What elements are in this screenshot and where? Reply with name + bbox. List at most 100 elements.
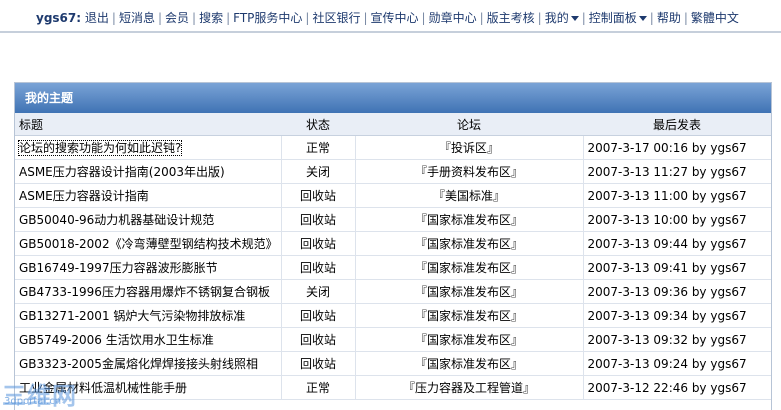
topic-title-link[interactable]: GB3323-2005金属熔化焊焊接接头射线照相 bbox=[19, 357, 258, 371]
table-row: GB16749-1997压力容器波形膨胀节 回收站 『国家标准发布区』 2007-3-… bbox=[15, 255, 771, 280]
nav-link-label: 版主考核 bbox=[486, 11, 535, 25]
column-header-status: 状态 bbox=[281, 113, 355, 136]
table-row: GB13271-2001 锅炉大气污染物排放标准 回收站 『国家标准发布区』 2007… bbox=[15, 303, 771, 328]
nav-separator: | bbox=[192, 11, 197, 25]
nav-link-6[interactable]: 宣传中心 bbox=[371, 11, 419, 25]
topic-title-link[interactable]: GB50040-96动力机器基础设计规范 bbox=[19, 213, 214, 227]
topic-last-post[interactable]: 2007-3-13 09:41 by ygs67 bbox=[582, 255, 771, 280]
nav-link-label: 会员 bbox=[165, 11, 190, 25]
topic-forum-link[interactable]: 『投诉区』 bbox=[354, 135, 583, 160]
nav-separator: | bbox=[479, 11, 484, 25]
topic-last-post[interactable]: 2007-3-13 11:00 by ygs67 bbox=[582, 183, 771, 208]
blank-area bbox=[0, 35, 781, 80]
column-header-title: 标题 bbox=[15, 113, 281, 136]
topic-title-cell: GB3323-2005金属熔化焊焊接接头射线照相 bbox=[15, 351, 281, 376]
topic-title-link[interactable]: ASME压力容器设计指南(2003年出版) bbox=[19, 165, 225, 179]
nav-link-11[interactable]: 帮助 bbox=[657, 11, 681, 25]
nav-link-3[interactable]: 搜索 bbox=[199, 11, 223, 25]
nav-link-label: 繁體中文 bbox=[690, 11, 739, 25]
nav-link-8[interactable]: 版主考核 bbox=[487, 11, 535, 25]
topic-status: 回收站 bbox=[280, 351, 355, 376]
nav-link-label: 搜索 bbox=[199, 11, 224, 25]
nav-separator: | bbox=[226, 11, 231, 25]
topics-table-body: 论坛的搜索功能为何如此迟钝? 正常 『投诉区』 2007-3-17 00:16 by … bbox=[15, 135, 771, 400]
nav-separator: | bbox=[157, 11, 163, 25]
nav-separator: | bbox=[649, 11, 654, 25]
nav-link-1[interactable]: 短消息 bbox=[119, 11, 155, 25]
topic-forum-link[interactable]: 『国家标准发布区』 bbox=[354, 207, 583, 232]
topic-last-post[interactable]: 2007-3-17 00:16 by ygs67 bbox=[582, 135, 771, 160]
topic-title-cell: 工业金属材料低温机械性能手册 bbox=[15, 375, 281, 400]
topic-forum-link[interactable]: 『美国标准』 bbox=[354, 183, 583, 208]
nav-link-label: 控制面板 bbox=[588, 11, 637, 25]
topic-forum-link[interactable]: 『国家标准发布区』 bbox=[354, 255, 583, 280]
table-row: GB50018-2002《冷弯薄壁型钢结构技术规范》 回收站 『国家标准发布区』 20… bbox=[15, 231, 771, 256]
nav-link-label: 勋章中心 bbox=[428, 11, 477, 25]
topic-forum-link[interactable]: 『压力容器及工程管道』 bbox=[354, 375, 583, 400]
panel-title: 我的主题 bbox=[15, 83, 771, 113]
table-row: GB5749-2006 生活饮用水卫生标准 回收站 『国家标准发布区』 2007-3-… bbox=[15, 327, 771, 352]
topic-status: 回收站 bbox=[280, 231, 355, 256]
topic-status: 回收站 bbox=[280, 303, 355, 328]
nav-link-5[interactable]: 社区银行 bbox=[312, 11, 360, 25]
topic-title-cell: 论坛的搜索功能为何如此迟钝? bbox=[15, 135, 281, 160]
nav-separator: | bbox=[537, 11, 542, 25]
topic-title-cell: GB50040-96动力机器基础设计规范 bbox=[15, 207, 281, 232]
topic-forum-link[interactable]: 『国家标准发布区』 bbox=[354, 231, 583, 256]
topic-title-link[interactable]: GB5749-2006 生活饮用水卫生标准 bbox=[19, 333, 214, 347]
nav-link-7[interactable]: 勋章中心 bbox=[429, 11, 477, 25]
nav-link-12[interactable]: 繁體中文 bbox=[691, 11, 739, 25]
topic-title-link[interactable]: GB4733-1996压力容器用爆炸不锈钢复合钢板 bbox=[19, 285, 270, 299]
topic-last-post[interactable]: 2007-3-13 09:32 by ygs67 bbox=[582, 327, 771, 352]
username-label: ygs67: bbox=[36, 11, 82, 25]
topic-last-post[interactable]: 2007-3-13 11:27 by ygs67 bbox=[582, 159, 771, 184]
top-navigation-bar: ygs67: 退出 | 短消息 | 会员 | 搜索 | FTP服务中心 | 社区银行 | 宣传中心 | 勋章… bbox=[0, 0, 781, 33]
topic-title-link[interactable]: GB16749-1997压力容器波形膨胀节 bbox=[19, 261, 218, 275]
topic-last-post[interactable]: 2007-3-12 22:46 by ygs67 bbox=[582, 375, 771, 400]
nav-separator: | bbox=[363, 11, 368, 25]
topic-status: 关闭 bbox=[280, 159, 355, 184]
topic-title-link[interactable]: ASME压力容器设计指南 bbox=[19, 189, 149, 203]
table-row: 论坛的搜索功能为何如此迟钝? 正常 『投诉区』 2007-3-17 00:16 by … bbox=[15, 135, 771, 160]
topic-status: 回收站 bbox=[280, 255, 355, 280]
topic-last-post[interactable]: 2007-3-13 09:36 by ygs67 bbox=[582, 279, 771, 304]
topic-forum-link[interactable]: 『国家标准发布区』 bbox=[354, 351, 583, 376]
topic-title-cell: GB5749-2006 生活饮用水卫生标准 bbox=[15, 327, 281, 352]
topics-table: 标题 状态 论坛 最后发表 论坛的搜索功能为何如此迟钝? 正常 『投诉区』 2007-… bbox=[15, 113, 771, 400]
topic-status: 正常 bbox=[280, 375, 355, 400]
topic-title-cell: GB50018-2002《冷弯薄壁型钢结构技术规范》 bbox=[15, 231, 281, 256]
topic-title-link[interactable]: GB50018-2002《冷弯薄壁型钢结构技术规范》 bbox=[19, 237, 278, 251]
topic-title-link[interactable]: GB13271-2001 锅炉大气污染物排放标准 bbox=[19, 309, 245, 323]
nav-link-4[interactable]: FTP服务中心 bbox=[233, 11, 302, 25]
topic-last-post[interactable]: 2007-3-13 09:24 by ygs67 bbox=[582, 351, 771, 376]
nav-link-9[interactable]: 我的 bbox=[545, 11, 579, 25]
top-navigation-links: ygs67: 退出 | 短消息 | 会员 | 搜索 | FTP服务中心 | 社区银行 | 宣传中心 | 勋章… bbox=[36, 9, 739, 26]
dropdown-caret-icon bbox=[638, 16, 647, 21]
nav-link-label: 社区银行 bbox=[312, 11, 361, 25]
nav-link-label: 短消息 bbox=[118, 11, 155, 25]
topic-status: 正常 bbox=[280, 135, 355, 160]
topic-forum-link[interactable]: 『手册资料发布区』 bbox=[354, 159, 583, 184]
topic-title-cell: ASME压力容器设计指南(2003年出版) bbox=[15, 159, 281, 184]
nav-separator: | bbox=[581, 11, 586, 25]
topic-title-link[interactable]: 工业金属材料低温机械性能手册 bbox=[19, 381, 187, 395]
topic-last-post[interactable]: 2007-3-13 10:00 by ygs67 bbox=[582, 207, 771, 232]
topic-status: 回收站 bbox=[280, 183, 355, 208]
topic-status: 回收站 bbox=[280, 207, 355, 232]
table-row: GB50040-96动力机器基础设计规范 回收站 『国家标准发布区』 2007-3-1… bbox=[15, 207, 771, 232]
nav-link-label: 退出 bbox=[84, 11, 109, 25]
topic-forum-link[interactable]: 『国家标准发布区』 bbox=[354, 279, 583, 304]
topic-last-post[interactable]: 2007-3-13 09:34 by ygs67 bbox=[582, 303, 771, 328]
topic-title-link[interactable]: 论坛的搜索功能为何如此迟钝? bbox=[17, 140, 183, 156]
nav-link-2[interactable]: 会员 bbox=[165, 11, 189, 25]
topic-status: 关闭 bbox=[280, 279, 355, 304]
nav-separator: | bbox=[305, 11, 310, 25]
nav-link-0[interactable]: 退出 bbox=[85, 11, 109, 25]
nav-link-10[interactable]: 控制面板 bbox=[589, 11, 647, 25]
topic-forum-link[interactable]: 『国家标准发布区』 bbox=[354, 303, 583, 328]
nav-link-label: 我的 bbox=[544, 11, 569, 25]
table-row: GB3323-2005金属熔化焊焊接接头射线照相 回收站 『国家标准发布区』 2007… bbox=[15, 351, 771, 376]
topic-last-post[interactable]: 2007-3-13 09:44 by ygs67 bbox=[582, 231, 771, 256]
nav-separator: | bbox=[111, 11, 116, 25]
topic-forum-link[interactable]: 『国家标准发布区』 bbox=[354, 327, 583, 352]
